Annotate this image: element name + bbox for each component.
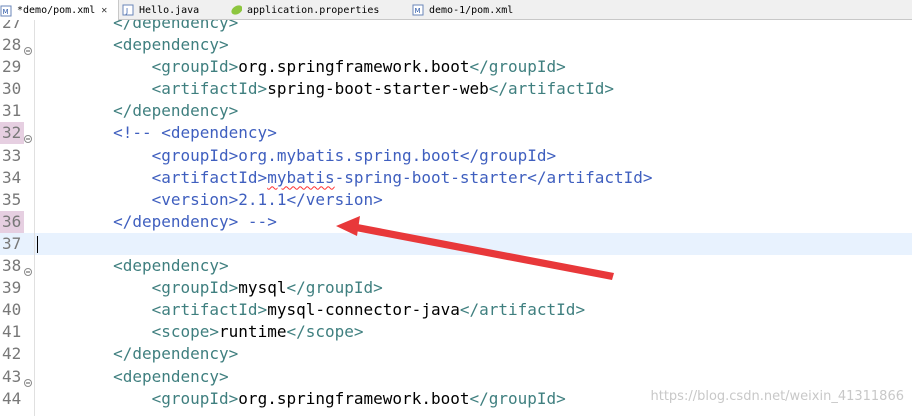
line-number: 27 [2,20,22,32]
fold-toggle-icon[interactable] [24,40,32,56]
code-line[interactable]: 35 <version>2.1.1</version> [0,189,912,211]
line-number: 42 [2,344,22,364]
line-number: 36 [0,210,24,233]
watermark: https://blog.csdn.net/weixin_41311866 [650,389,904,404]
xml-file-icon: M [0,5,12,17]
code-text: <!-- <dependency> [36,123,277,143]
line-number: 38 [2,256,22,276]
svg-text:M: M [415,7,421,15]
code-line[interactable]: 31 </dependency> [0,100,912,122]
java-file-icon: J [122,4,134,16]
code-text: </dependency> [113,20,239,32]
code-line[interactable]: 42 </dependency> [0,343,912,365]
line-number: 35 [2,189,22,209]
code-text: <dependency> [113,366,229,386]
code-text: <version>2.1.1</version> [36,189,383,209]
code-text: <dependency> [113,256,229,276]
code-line[interactable]: 30 <artifactId>spring-boot-starter-web</… [0,78,912,100]
code-line[interactable]: 36 </dependency> --> [0,210,912,233]
code-line-current[interactable]: 37 [0,232,912,256]
fold-toggle-icon[interactable] [24,128,32,144]
code-line[interactable]: 29 <groupId>org.springframework.boot</gr… [0,56,912,78]
tab-hello-java[interactable]: J Hello.java [122,0,199,20]
tab-label: application.properties [247,4,380,16]
tab-label: *demo/pom.xml [17,5,96,16]
code-text: <groupId>org.springframework.boot</group… [151,388,566,408]
code-text: <dependency> [113,35,229,55]
line-number: 41 [2,322,22,342]
code-line[interactable]: 39 <groupId>mysql</groupId> [0,277,912,299]
editor-viewport[interactable]: 27 </dependency> 28 <dependency> 29 <gro… [0,20,912,416]
svg-text:J: J [125,7,128,15]
xml-file-icon: M [412,4,424,16]
code-text: <artifactId>mysql-connector-java</artifa… [151,300,586,320]
tab-demo-pom-xml[interactable]: M *demo/pom.xml ✕ [0,0,119,21]
text-caret [37,235,38,253]
code-line[interactable]: 38 <dependency> [0,255,912,277]
code-text: <groupId>org.springframework.boot</group… [151,57,566,77]
code-text: </dependency> --> [36,211,277,231]
properties-file-icon [230,4,242,16]
line-number: 30 [2,79,22,99]
fold-toggle-icon[interactable] [24,261,32,277]
code-line[interactable]: 27 </dependency> [0,20,912,34]
code-text: </dependency> [113,101,239,121]
svg-text:M: M [3,8,9,16]
code-text: <artifactId>mybatis-spring-boot-starter<… [36,167,653,187]
fold-toggle-icon[interactable] [24,372,32,387]
code-line[interactable]: 41 <scope>runtime</scope> [0,321,912,343]
code-line[interactable]: 32 <!-- <dependency> [0,122,912,145]
tab-label: Hello.java [139,4,200,16]
code-text: <scope>runtime</scope> [151,322,364,342]
editor-tab-bar: M *demo/pom.xml ✕ J Hello.java applicati… [0,0,912,21]
code-line[interactable]: 33 <groupId>org.mybatis.spring.boot</gro… [0,145,912,167]
tab-label: demo-1/pom.xml [429,4,514,16]
code-line[interactable]: 28 <dependency> [0,34,912,56]
line-number: 44 [2,388,22,408]
ruler-separator [34,20,35,416]
close-icon[interactable]: ✕ [101,5,107,16]
tab-application-properties[interactable]: application.properties [230,0,379,20]
line-number: 34 [2,167,22,187]
line-number: 31 [2,101,22,121]
line-number: 32 [0,122,24,145]
code-lines: 27 </dependency> 28 <dependency> 29 <gro… [0,20,912,410]
line-number: 33 [2,145,22,165]
code-text: <groupId>mysql</groupId> [151,278,383,298]
code-line[interactable]: 40 <artifactId>mysql-connector-java</art… [0,299,912,321]
line-number: 37 [2,233,22,253]
line-number: 28 [2,35,22,55]
line-number: 39 [2,278,22,298]
line-number: 43 [2,366,22,386]
line-number: 29 [2,57,22,77]
code-line[interactable]: 43 <dependency> [0,366,912,388]
code-text: <artifactId>spring-boot-starter-web</art… [151,79,614,99]
code-text: </dependency> [113,344,239,364]
code-line[interactable]: 34 <artifactId>mybatis-spring-boot-start… [0,167,912,189]
code-text: <groupId>org.mybatis.spring.boot</groupI… [36,145,557,165]
line-number: 40 [2,300,22,320]
tab-demo-1-pom-xml[interactable]: M demo-1/pom.xml [412,0,513,20]
